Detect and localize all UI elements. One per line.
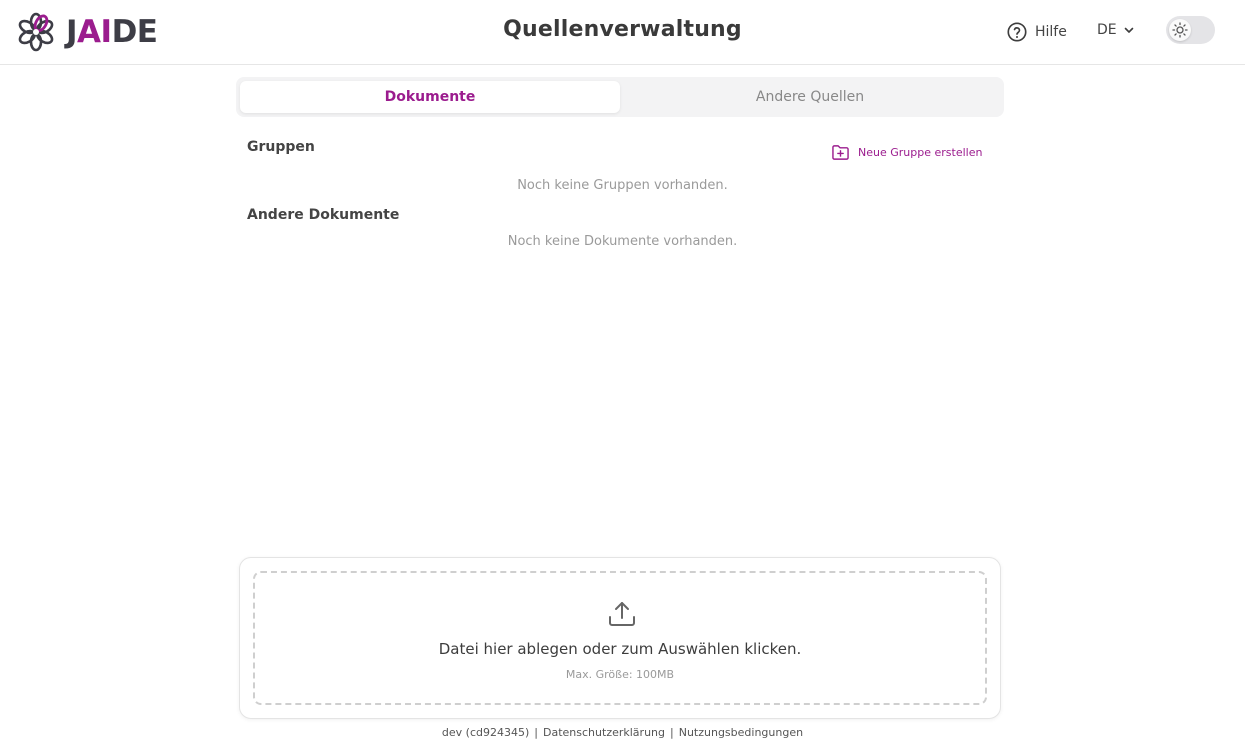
version-text: dev (cd924345) bbox=[441, 726, 530, 739]
footer: dev (cd924345) | Datenschutzerklärung | Nutz… bbox=[0, 726, 1245, 739]
sun-icon bbox=[1172, 22, 1188, 38]
footer-separator: | bbox=[534, 726, 539, 739]
privacy-link[interactable]: Datenschutzerklärung bbox=[543, 726, 665, 739]
documents-heading: Andere Dokumente bbox=[247, 207, 400, 223]
theme-toggle[interactable] bbox=[1166, 16, 1215, 44]
help-button[interactable]: Hilfe bbox=[1006, 21, 1067, 43]
source-tabs: Dokumente Andere Quellen bbox=[236, 77, 1004, 117]
new-group-button[interactable]: Neue Gruppe erstellen bbox=[831, 144, 982, 161]
tab-dokumente[interactable]: Dokumente bbox=[240, 81, 620, 113]
tab-andere-quellen[interactable]: Andere Quellen bbox=[620, 81, 1000, 113]
upload-icon bbox=[609, 602, 635, 626]
footer-separator: | bbox=[670, 726, 674, 739]
upload-instruction: Datei hier ablegen oder zum Auswählen kl… bbox=[438, 640, 802, 658]
question-circle-icon bbox=[1007, 22, 1027, 42]
upload-max-size: Max. Größe: 100MB bbox=[565, 668, 675, 681]
groups-empty-text: Noch keine Gruppen vorhanden. bbox=[517, 178, 728, 193]
documents-empty-text: Noch keine Dokumente vorhanden. bbox=[507, 234, 738, 249]
terms-link[interactable]: Nutzungsbedingungen bbox=[679, 726, 803, 739]
new-group-label: Neue Gruppe erstellen bbox=[858, 146, 983, 159]
top-header: JAIDE Quellenverwaltung Hilfe DE bbox=[0, 0, 1245, 65]
language-value: DE bbox=[1097, 22, 1117, 38]
file-dropzone[interactable]: Datei hier ablegen oder zum Auswählen kl… bbox=[253, 571, 987, 705]
help-label: Hilfe bbox=[1035, 24, 1067, 40]
language-select[interactable]: DE bbox=[1097, 22, 1135, 38]
toggle-knob bbox=[1169, 19, 1191, 41]
folder-plus-icon bbox=[832, 145, 849, 160]
upload-panel: Datei hier ablegen oder zum Auswählen kl… bbox=[239, 557, 1001, 719]
groups-heading: Gruppen bbox=[247, 139, 315, 155]
chevron-down-icon bbox=[1124, 27, 1133, 33]
